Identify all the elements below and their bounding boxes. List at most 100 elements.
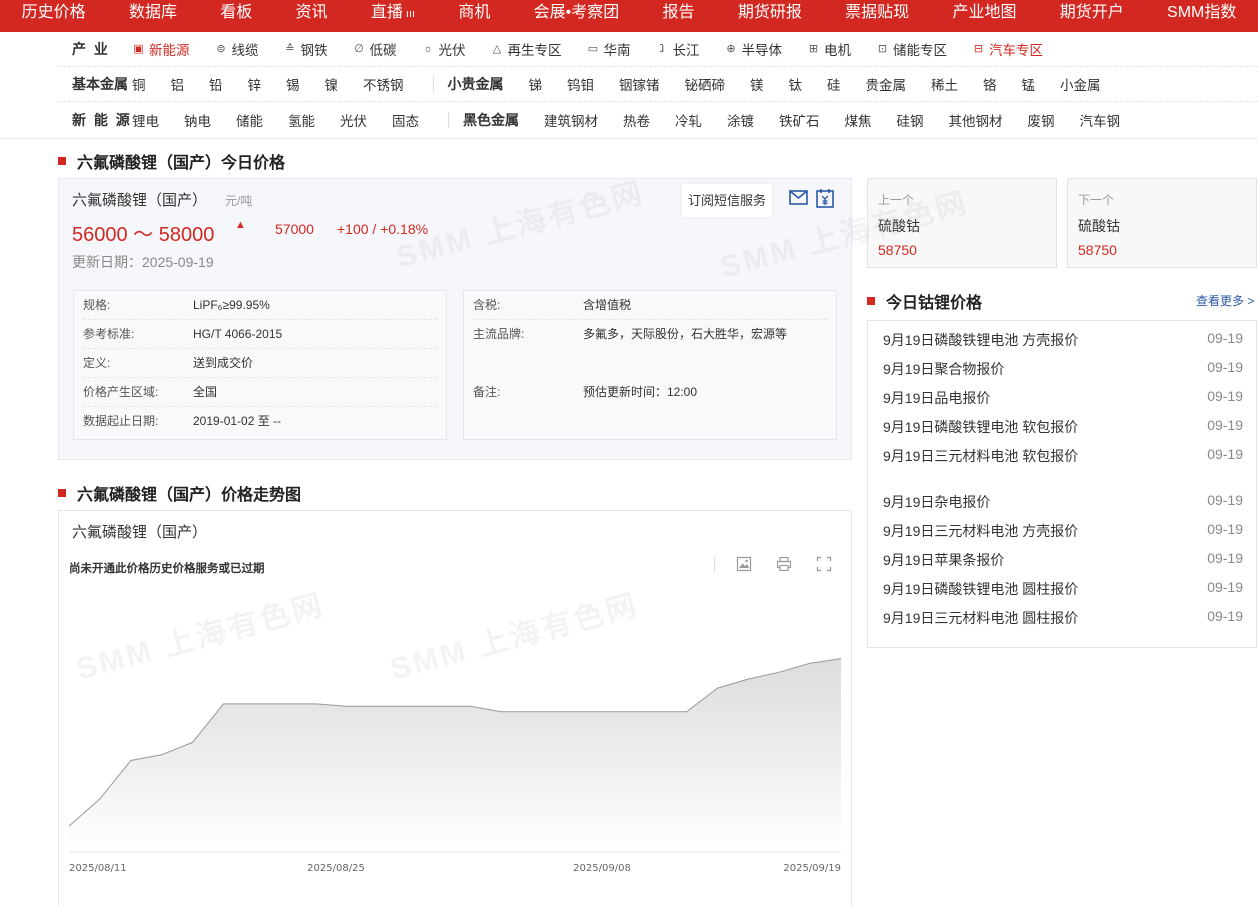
spec-row: 定义: 送到成交价 bbox=[83, 349, 437, 378]
category-link[interactable]: 钠电 bbox=[184, 110, 211, 130]
category-link[interactable]: 锂电 bbox=[132, 110, 159, 130]
industry-link[interactable]: ⊞ 电机 bbox=[807, 39, 851, 59]
industry-link[interactable]: ☼ 光伏 bbox=[422, 39, 466, 59]
top-nav-item[interactable]: 直播 ııı bbox=[349, 0, 437, 32]
storage-icon: ⊡ bbox=[877, 42, 888, 55]
category-link[interactable]: 冷轧 bbox=[675, 110, 702, 130]
top-nav-item[interactable]: 会展•考察团 bbox=[512, 0, 641, 32]
report-item[interactable]: 9月19日苹果条报价 09-19 bbox=[883, 550, 1243, 570]
category-link[interactable]: 铜 bbox=[132, 74, 146, 94]
category-link[interactable]: 热卷 bbox=[623, 110, 650, 130]
calendar-price-icon[interactable] bbox=[815, 188, 835, 208]
top-nav-item[interactable]: 资讯 bbox=[274, 0, 349, 32]
today-price-title: 六氟磷酸锂（国产）今日价格 bbox=[58, 149, 285, 173]
category-link[interactable]: 硅 bbox=[827, 74, 841, 94]
report-item[interactable]: 9月19日磷酸铁锂电池 软包报价 09-19 bbox=[883, 417, 1243, 437]
price-area-fill bbox=[69, 658, 841, 851]
report-item[interactable]: 9月19日品电报价 09-19 bbox=[883, 388, 1243, 408]
category-link[interactable]: 汽车钢 bbox=[1080, 110, 1121, 130]
industry-link[interactable]: ▭ 华南 bbox=[587, 39, 631, 59]
top-nav-item[interactable]: 数据库 bbox=[107, 0, 198, 32]
industry-heading: 产 业 bbox=[72, 41, 110, 57]
category-link[interactable]: 涂镀 bbox=[727, 110, 754, 130]
industry-link[interactable]: ⊡ 储能专区 bbox=[876, 39, 947, 59]
report-item[interactable]: 9月19日三元材料电池 圆柱报价 09-19 bbox=[883, 608, 1243, 628]
report-item[interactable]: 9月19日聚合物报价 09-19 bbox=[883, 359, 1243, 379]
category-link[interactable]: 其他钢材 bbox=[949, 110, 1003, 130]
report-item[interactable]: 9月19日磷酸铁锂电池 圆柱报价 09-19 bbox=[883, 579, 1243, 599]
mail-icon[interactable] bbox=[789, 190, 808, 205]
top-nav-item[interactable]: 历史价格 bbox=[0, 0, 107, 32]
category-link[interactable]: 废钢 bbox=[1028, 110, 1055, 130]
category-link[interactable]: 铋硒碲 bbox=[685, 74, 726, 94]
industry-link-label: 钢铁 bbox=[300, 43, 328, 58]
spec-value: 送到成交价 bbox=[193, 356, 254, 370]
price-unit: 元/吨 bbox=[225, 194, 253, 208]
report-title: 9月19日聚合物报价 bbox=[883, 361, 1005, 377]
industry-link[interactable]: ⊟ 汽车专区 bbox=[972, 39, 1043, 59]
top-nav-item[interactable]: 商机 bbox=[437, 0, 512, 32]
report-item[interactable]: 9月19日三元材料电池 软包报价 09-19 bbox=[883, 446, 1243, 466]
spec-row: 规格: LiPF₆≥99.95% bbox=[83, 291, 437, 320]
category-link[interactable]: 钛 bbox=[789, 74, 803, 94]
industry-link[interactable]: ∅ 低碳 bbox=[353, 39, 396, 59]
category-link[interactable]: 煤焦 bbox=[845, 110, 872, 130]
industry-link[interactable]: ⊜ 线缆 bbox=[215, 39, 258, 59]
category-link[interactable]: 不锈钢 bbox=[363, 74, 404, 94]
category-link[interactable]: 固态 bbox=[392, 110, 419, 130]
spec-row: 含税: 含增值税 bbox=[473, 291, 827, 320]
category-link[interactable]: 硅钢 bbox=[897, 110, 924, 130]
map-icon: ▭ bbox=[587, 42, 599, 55]
sms-subscribe-button[interactable]: 订阅短信服务 bbox=[682, 184, 773, 217]
industry-link[interactable]: ⱹ 长江 bbox=[656, 39, 700, 59]
category-link[interactable]: 锡 bbox=[286, 74, 300, 94]
category-link[interactable]: 锰 bbox=[1022, 74, 1036, 94]
report-title: 9月19日三元材料电池 软包报价 bbox=[883, 448, 1079, 464]
prev-label: 上一个 bbox=[878, 193, 915, 207]
motor-icon: ⊞ bbox=[808, 42, 819, 55]
top-nav-item[interactable]: 看板 bbox=[199, 0, 274, 32]
category-link[interactable]: 镁 bbox=[750, 74, 764, 94]
category-link[interactable]: 铁矿石 bbox=[779, 110, 820, 130]
prev-product-card[interactable]: 上一个 硫酸钴 58750 bbox=[867, 178, 1057, 268]
view-more-link[interactable]: 查看更多 > bbox=[1196, 292, 1254, 309]
category-link[interactable]: 铟镓锗 bbox=[619, 74, 660, 94]
report-item[interactable]: 9月19日三元材料电池 方壳报价 09-19 bbox=[883, 521, 1243, 541]
top-nav-item[interactable]: 期货研报 bbox=[716, 0, 823, 32]
category-link[interactable]: 锌 bbox=[248, 74, 262, 94]
category-link[interactable]: 贵金属 bbox=[866, 74, 907, 94]
spec-key: 规格: bbox=[83, 298, 111, 312]
top-nav-item[interactable]: 产业地图 bbox=[931, 0, 1038, 32]
category-link[interactable]: 光伏 bbox=[340, 110, 367, 130]
next-product-card[interactable]: 下一个 硫酸钴 58750 bbox=[1067, 178, 1257, 268]
category-link[interactable]: 钨钼 bbox=[567, 74, 594, 94]
category-link[interactable]: 氢能 bbox=[288, 110, 315, 130]
category-link[interactable]: 锑 bbox=[529, 74, 543, 94]
prev-price: 58750 bbox=[878, 242, 917, 258]
top-nav-item[interactable]: SMM指数 bbox=[1145, 0, 1258, 32]
category-link[interactable]: 铬 bbox=[983, 74, 997, 94]
category-link[interactable]: 镍 bbox=[325, 74, 339, 94]
category-link[interactable]: 小金属 bbox=[1060, 74, 1101, 94]
x-tick-label: 2025/08/25 bbox=[307, 863, 365, 874]
spec-value: 全国 bbox=[193, 385, 218, 399]
top-nav-item[interactable]: 报告 bbox=[641, 0, 716, 32]
industry-link[interactable]: ▣ 新能源 bbox=[132, 39, 189, 59]
industry-link[interactable]: ≙ 钢铁 bbox=[284, 39, 328, 59]
category-link[interactable]: 稀土 bbox=[931, 74, 958, 94]
category-link[interactable]: 储能 bbox=[236, 110, 263, 130]
top-nav-item[interactable]: 期货开户 bbox=[1038, 0, 1145, 32]
report-date: 09-19 bbox=[1207, 417, 1243, 433]
industry-link[interactable]: ⊕ 半导体 bbox=[725, 39, 782, 59]
x-tick-label: 2025/09/19 bbox=[783, 863, 841, 874]
report-item[interactable]: 9月19日磷酸铁锂电池 方壳报价 09-19 bbox=[883, 330, 1243, 350]
x-tick-label: 2025/08/11 bbox=[69, 863, 127, 874]
category-link[interactable]: 铅 bbox=[209, 74, 223, 94]
report-item[interactable]: 9月19日杂电报价 09-19 bbox=[883, 492, 1243, 512]
x-tick-label: 2025/09/08 bbox=[573, 863, 631, 874]
category-link[interactable]: 铝 bbox=[171, 74, 185, 94]
industry-link-label: 再生专区 bbox=[507, 43, 562, 58]
category-link[interactable]: 建筑钢材 bbox=[544, 110, 598, 130]
top-nav-item[interactable]: 票据贴现 bbox=[824, 0, 931, 32]
industry-link[interactable]: △ 再生专区 bbox=[491, 39, 562, 59]
